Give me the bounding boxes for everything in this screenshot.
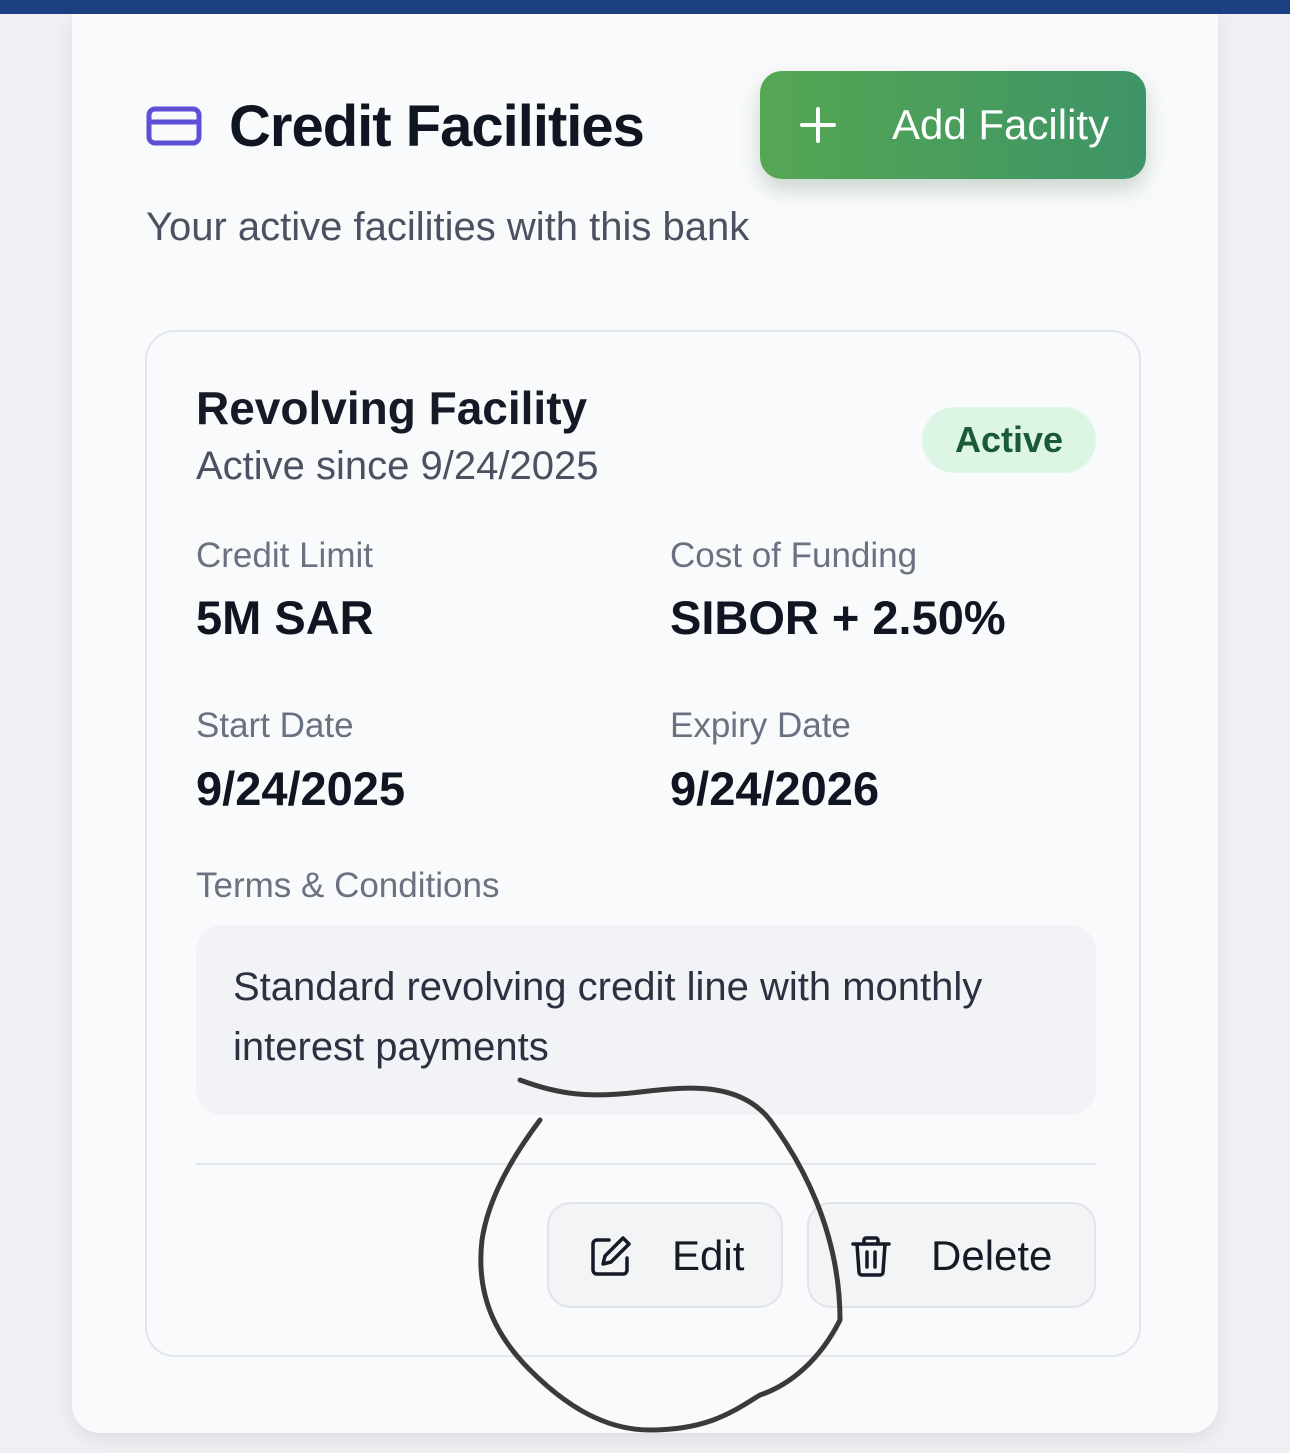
credit-card-icon	[146, 106, 202, 146]
credit-limit-value: 5M SAR	[196, 591, 374, 644]
start-date-label: Start Date	[196, 706, 354, 745]
terms-box: Standard revolving credit line with mont…	[196, 925, 1096, 1115]
top-bar	[0, 0, 1290, 14]
page-title: Credit Facilities	[229, 94, 645, 159]
divider	[196, 1163, 1096, 1165]
add-facility-label: Add Facility	[892, 101, 1110, 148]
start-date-value: 9/24/2025	[196, 762, 406, 815]
facility-card: Revolving Facility Active since 9/24/202…	[145, 330, 1141, 1357]
status-badge: Active	[922, 407, 1096, 473]
add-facility-button[interactable]: Add Facility	[760, 71, 1146, 179]
trash-icon	[851, 1236, 891, 1277]
expiry-date-label: Expiry Date	[670, 706, 851, 745]
edit-label: Edit	[672, 1232, 745, 1279]
credit-limit-label: Credit Limit	[196, 536, 373, 575]
edit-icon	[591, 1236, 631, 1276]
cost-of-funding-value: SIBOR + 2.50%	[670, 591, 1006, 644]
terms-text: Standard revolving credit line with mont…	[233, 965, 983, 1069]
expiry-date-value: 9/24/2026	[670, 762, 880, 815]
terms-label: Terms & Conditions	[196, 866, 500, 905]
page-subtitle: Your active facilities with this bank	[146, 205, 750, 249]
delete-label: Delete	[931, 1232, 1053, 1279]
plus-icon	[800, 107, 836, 143]
credit-facilities-panel: Credit Facilities Add Facility Your acti…	[72, 14, 1218, 1433]
cost-of-funding-label: Cost of Funding	[670, 536, 918, 575]
edit-button[interactable]: Edit	[547, 1202, 783, 1308]
facility-active-since: Active since 9/24/2025	[196, 444, 599, 488]
facility-name: Revolving Facility	[196, 382, 588, 434]
delete-button[interactable]: Delete	[807, 1202, 1096, 1308]
